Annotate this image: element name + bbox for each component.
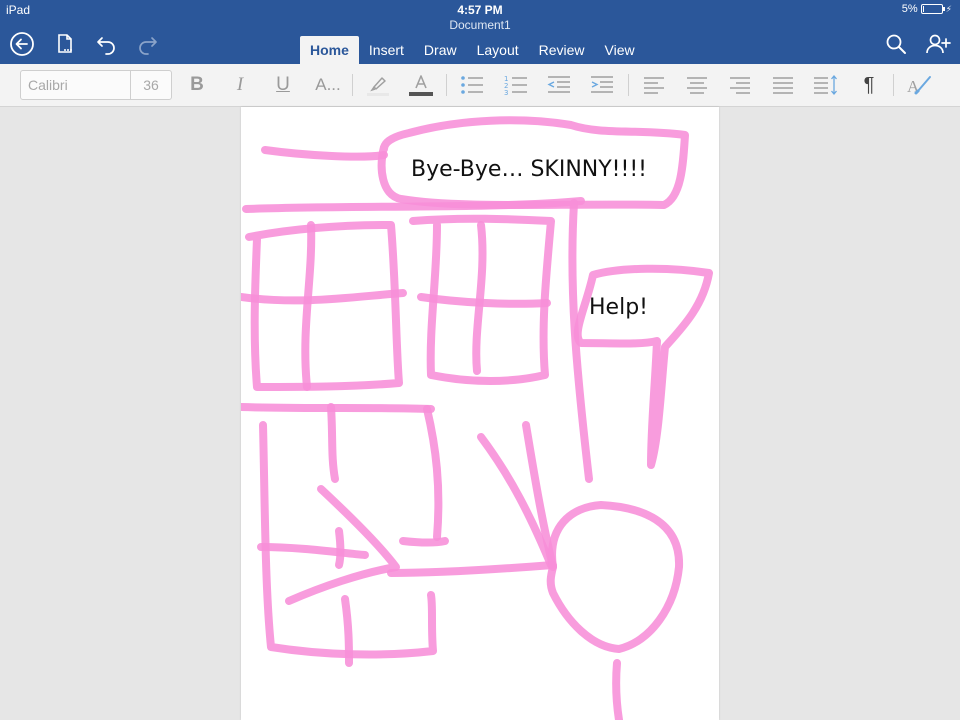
- styles-icon[interactable]: A: [906, 71, 934, 99]
- line-spacing-icon[interactable]: [812, 71, 840, 99]
- highlighter-icon[interactable]: [364, 71, 392, 99]
- charging-icon: ⚡: [945, 3, 952, 14]
- speech-bubble-text-bye[interactable]: Bye-Bye… SKINNY!!!!: [411, 157, 647, 182]
- tab-home[interactable]: Home: [300, 36, 359, 64]
- ink-drawing[interactable]: [241, 107, 719, 720]
- font-name-field[interactable]: Calibri: [21, 71, 131, 99]
- document-page[interactable]: Bye-Bye… SKINNY!!!! Help!: [241, 107, 719, 720]
- font-size-field[interactable]: 36: [131, 71, 171, 99]
- font-effects-label: A...: [315, 75, 341, 94]
- tab-view[interactable]: View: [595, 36, 645, 64]
- ink-stroke: [241, 403, 435, 413]
- bold-label: B: [190, 74, 204, 95]
- speech-bubble-text-help[interactable]: Help!: [589, 295, 648, 320]
- share-person-icon[interactable]: [924, 30, 952, 58]
- svg-text:A: A: [907, 77, 920, 96]
- undo-icon[interactable]: [92, 30, 120, 58]
- ink-stroke: [301, 221, 316, 391]
- tab-layout[interactable]: Layout: [467, 36, 529, 64]
- paragraph-mark-label: ¶: [863, 73, 875, 96]
- italic-label: I: [236, 74, 244, 95]
- ink-stroke: [335, 527, 345, 569]
- back-icon[interactable]: [8, 30, 36, 58]
- ink-stroke: [399, 537, 449, 547]
- ribbon-tabs: Home Insert Draw Layout Review View: [300, 36, 645, 64]
- ink-stroke: [257, 543, 369, 559]
- increase-indent-icon[interactable]: [588, 71, 616, 99]
- italic-button[interactable]: I: [226, 71, 254, 99]
- font-effects-button[interactable]: A...: [310, 71, 346, 99]
- ink-stroke: [341, 595, 353, 667]
- ink-stroke: [261, 146, 388, 161]
- align-left-icon[interactable]: [640, 71, 668, 99]
- underline-button[interactable]: U: [269, 71, 297, 99]
- tab-draw[interactable]: Draw: [414, 36, 467, 64]
- ink-stroke: [327, 403, 339, 483]
- align-center-icon[interactable]: [683, 71, 711, 99]
- file-icon[interactable]: [51, 30, 79, 58]
- align-right-icon[interactable]: [726, 71, 754, 99]
- paragraph-mark-button[interactable]: ¶: [855, 71, 883, 99]
- battery-percent: 5%: [901, 3, 918, 15]
- numbered-list-icon[interactable]: 123: [502, 71, 530, 99]
- ink-stroke: [387, 561, 557, 577]
- ribbon-divider: [628, 74, 629, 96]
- status-time: 4:57 PM: [457, 3, 503, 17]
- bullet-list-icon[interactable]: [458, 71, 486, 99]
- ink-stroke: [546, 501, 684, 653]
- decrease-indent-icon[interactable]: [545, 71, 573, 99]
- search-icon[interactable]: [882, 30, 910, 58]
- ribbon-divider: [446, 74, 447, 96]
- ink-stroke: [612, 659, 623, 720]
- svg-text:3: 3: [504, 89, 508, 96]
- justify-icon[interactable]: [769, 71, 797, 99]
- ribbon-divider: [352, 74, 353, 96]
- home-ribbon: Calibri 36 B I U A... 123 ¶ A: [0, 64, 960, 107]
- redo-icon[interactable]: [134, 30, 162, 58]
- ribbon-divider: [893, 74, 894, 96]
- tab-insert[interactable]: Insert: [359, 36, 414, 64]
- bold-button[interactable]: B: [183, 71, 211, 99]
- battery-icon: [920, 4, 945, 14]
- ink-stroke: [245, 221, 403, 391]
- font-selector: Calibri 36: [20, 70, 172, 100]
- title-bar: iPad 4:57 PM 5% ⚡ Document1 Home Insert …: [0, 0, 960, 64]
- ink-stroke: [423, 405, 443, 541]
- ink-stroke: [241, 289, 407, 305]
- ink-stroke: [472, 221, 487, 375]
- status-battery: 5% ⚡: [902, 3, 952, 15]
- tab-review[interactable]: Review: [529, 36, 595, 64]
- font-color-icon[interactable]: [407, 71, 435, 99]
- underline-label: U: [276, 74, 290, 95]
